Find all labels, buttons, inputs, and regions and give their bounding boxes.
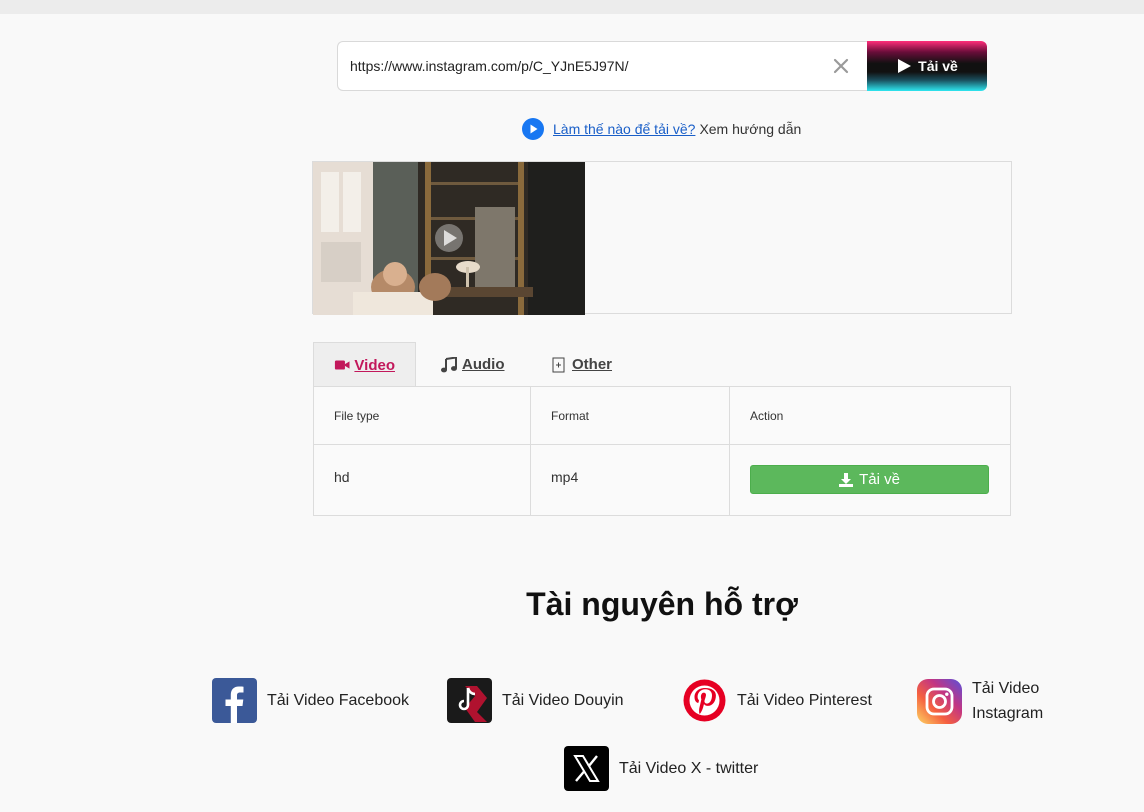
facebook-icon (212, 678, 257, 723)
cell-file-type: hd (314, 445, 531, 515)
play-arrow-icon (898, 59, 912, 73)
clear-icon[interactable] (830, 55, 852, 77)
tab-audio-label: Audio (462, 356, 505, 373)
resources-title: Tài nguyên hỗ trợ (526, 586, 798, 622)
cell-action: Tải về (730, 445, 1010, 515)
download-hd-button[interactable]: Tải về (750, 465, 989, 494)
resource-douyin-label: Tải Video Douyin (502, 692, 624, 709)
url-input[interactable] (338, 42, 818, 90)
url-search-box (337, 41, 867, 91)
download-button-label: Tải về (918, 58, 958, 74)
howto-link[interactable]: Làm thế nào để tải về? (553, 121, 695, 137)
resource-facebook[interactable]: Tải Video Facebook (212, 678, 409, 723)
douyin-icon (447, 678, 492, 723)
download-hd-label: Tải về (859, 471, 900, 488)
instagram-icon (917, 678, 962, 724)
resource-facebook-label: Tải Video Facebook (267, 692, 410, 709)
resource-pinterest-label: Tải Video Pinterest (737, 692, 872, 709)
howto-tail-text: Xem hướng dẫn (699, 121, 802, 137)
file-plus-icon (552, 357, 565, 372)
header-file-type: File type (314, 387, 531, 444)
header-format: Format (531, 387, 730, 444)
media-preview (312, 161, 1012, 315)
tab-other-label: Other (572, 356, 613, 373)
resource-x-twitter-label: Tải Video X - twitter (619, 760, 759, 777)
download-button[interactable]: Tải về (867, 41, 987, 91)
download-icon (839, 472, 854, 487)
table-row: hd mp4 Tải về (314, 445, 1010, 515)
play-circle-icon[interactable] (522, 118, 544, 140)
music-note-icon (441, 356, 457, 372)
x-twitter-icon (564, 746, 609, 791)
cell-format: mp4 (531, 445, 730, 515)
tab-other[interactable]: Other (526, 342, 632, 387)
resource-instagram[interactable]: Tải Video Instagram (917, 676, 1052, 726)
resource-douyin[interactable]: Tải Video Douyin (447, 678, 624, 723)
tab-audio[interactable]: Audio (416, 342, 526, 387)
video-thumbnail[interactable] (313, 162, 585, 315)
top-strip (0, 0, 1144, 14)
pinterest-icon (682, 678, 727, 723)
resource-instagram-label: Tải Video Instagram (972, 680, 1044, 722)
video-camera-icon (334, 360, 350, 370)
resource-x-twitter[interactable]: Tải Video X - twitter (564, 746, 758, 791)
format-tabs: Video Audio Other (313, 342, 632, 387)
howto-row: Làm thế nào để tải về? Xem hướng dẫn (522, 118, 801, 140)
resource-pinterest[interactable]: Tải Video Pinterest (682, 678, 872, 723)
tab-video[interactable]: Video (313, 342, 416, 387)
header-action: Action (750, 408, 784, 423)
table-header-row: File type Format Action (314, 387, 1010, 445)
download-table: File type Format Action hd mp4 Tải về (313, 386, 1011, 516)
tab-video-label: Video (354, 356, 395, 374)
